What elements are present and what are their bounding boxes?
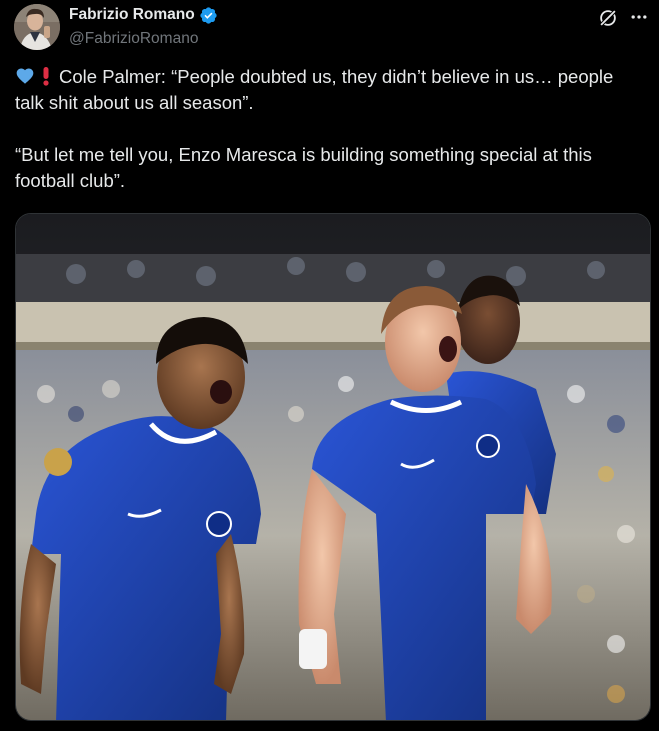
photo-illustration	[16, 214, 650, 720]
verified-badge-icon[interactable]	[199, 6, 218, 25]
tweet-paragraph-1-text: Cole Palmer: “People doubted us, they di…	[15, 66, 614, 113]
more-options-icon[interactable]	[629, 7, 649, 27]
tweet-text: Cole Palmer: “People doubted us, they di…	[15, 64, 645, 194]
tweet-card: Fabrizio Romano @FabrizioRomano Cole Pal…	[0, 0, 659, 731]
display-name[interactable]: Fabrizio Romano	[69, 6, 195, 24]
handle[interactable]: @FabrizioRomano	[69, 30, 218, 48]
tweet-photo[interactable]	[15, 213, 651, 721]
avatar[interactable]	[14, 4, 60, 50]
author-names: Fabrizio Romano @FabrizioRomano	[69, 4, 218, 48]
grok-icon[interactable]	[597, 7, 619, 29]
tweet-header: Fabrizio Romano @FabrizioRomano	[14, 4, 649, 52]
red-exclamation-icon	[39, 66, 53, 86]
tweet-paragraph-2: “But let me tell you, Enzo Maresca is bu…	[15, 144, 592, 191]
blue-heart-icon	[15, 66, 35, 86]
tweet-paragraph-1: Cole Palmer: “People doubted us, they di…	[15, 64, 645, 116]
display-name-row: Fabrizio Romano	[69, 4, 218, 26]
